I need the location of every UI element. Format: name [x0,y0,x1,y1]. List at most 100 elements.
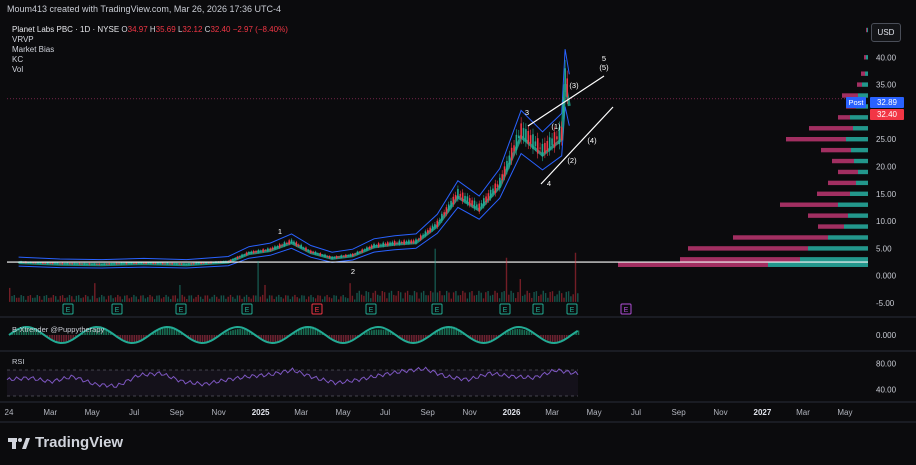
volume-bar [386,298,388,302]
osc-bar [239,329,241,335]
candle-body [546,140,549,152]
tradingview-logo[interactable]: TradingView [8,434,123,451]
candle-body [66,263,69,265]
candle-body [71,263,74,265]
vrvp-bar-up [850,115,868,120]
candle-body [375,245,378,246]
symbol-title[interactable]: Planet Labs PBC · 1D · NYSE [12,25,119,34]
candle-body [368,246,371,249]
volume-bar [301,295,303,302]
candle-body [494,183,497,194]
candle-body [140,262,143,264]
candle-body [274,246,276,250]
volume-bar [280,297,282,302]
wave-label: 5 [602,54,606,63]
volume-bar [186,298,188,302]
vrvp-bar-down [680,257,800,262]
rsi-label[interactable]: RSI [12,357,25,366]
candle-body [520,123,522,139]
volume-bar [266,298,268,302]
volume-bar [151,296,153,302]
vrvp-bar-down [618,262,768,267]
candle-body [478,203,481,212]
osc-bar [197,335,199,342]
osc-bar [368,330,371,335]
volume-bar [128,298,130,302]
volume-bar [436,292,439,302]
vrvp-bar-down [818,224,844,229]
volume-bar [411,295,413,302]
osc-bar [241,329,244,335]
candle-body [145,262,147,264]
volume-bar [406,290,409,302]
vrvp-bar-up [851,147,868,153]
volume-bar [418,298,420,302]
indicator-vol[interactable]: Vol [12,65,288,75]
candle-body [190,263,193,265]
volume-bar [158,295,160,302]
time-tick-label: 2026 [503,408,521,417]
osc-bar [204,335,206,343]
candle-body [245,252,248,256]
volume-bar [347,298,349,302]
earnings-marker-label: E [570,307,575,314]
candle-body [113,263,115,265]
volume-bar [199,296,202,302]
indicator-vrvp[interactable]: VRVP [12,35,288,45]
volume-bar [328,297,331,302]
vrvp-bar-up [850,191,868,196]
volume-bar [556,294,558,302]
candle-body [356,251,359,255]
candle-body [278,244,281,248]
time-tick-label: Mar [796,408,810,417]
oscillator-label[interactable]: B-Xtrender @Puppytherapy [12,325,104,334]
volume-bar [303,295,305,302]
indicator-market-bias[interactable]: Market Bias [12,45,288,55]
candle-body [264,250,267,251]
indicator-kc[interactable]: KC [12,55,288,65]
osc-bar [547,335,549,341]
price-tick-label: 5.00 [876,244,892,253]
volume-bar [107,295,110,302]
candle-body [396,242,398,244]
volume-bar [383,292,386,302]
volume-bar [285,295,287,302]
currency-button[interactable]: USD [871,23,901,42]
candle-body [93,263,96,265]
volume-bar [563,297,565,302]
candle-body [49,263,51,265]
price-tick-label: 35.00 [876,81,897,90]
volume-bar [287,295,289,302]
wave-label: (3) [569,81,579,90]
volume-bar [427,295,429,302]
volume-bar [296,297,298,302]
candle-body [183,263,185,265]
candle-body [164,263,166,265]
volume-bar [142,295,144,302]
candle-body [566,78,569,97]
candle-body [281,244,283,246]
candle-body [551,138,553,146]
volume-bar [36,295,38,302]
volume-bar [558,290,561,302]
volume-bar [354,299,356,302]
volume-bar [236,295,239,302]
earnings-marker-label: E [115,307,120,314]
candle-body [366,247,368,251]
volume-bar [515,298,517,302]
volume-bar [434,248,436,302]
candle-body [510,147,513,161]
volume-bar [377,294,379,302]
volume-bar [278,294,280,302]
candle-body [185,263,188,265]
candle-body [317,253,319,255]
volume-bar [250,298,252,302]
volume-bar [27,295,29,302]
candle-body [471,200,473,206]
volume-bar [9,287,11,302]
vrvp-bar-up [867,27,868,33]
candle-body [492,188,494,194]
volume-bar [310,294,312,302]
candle-body [363,249,366,251]
volume-bar [38,296,41,302]
